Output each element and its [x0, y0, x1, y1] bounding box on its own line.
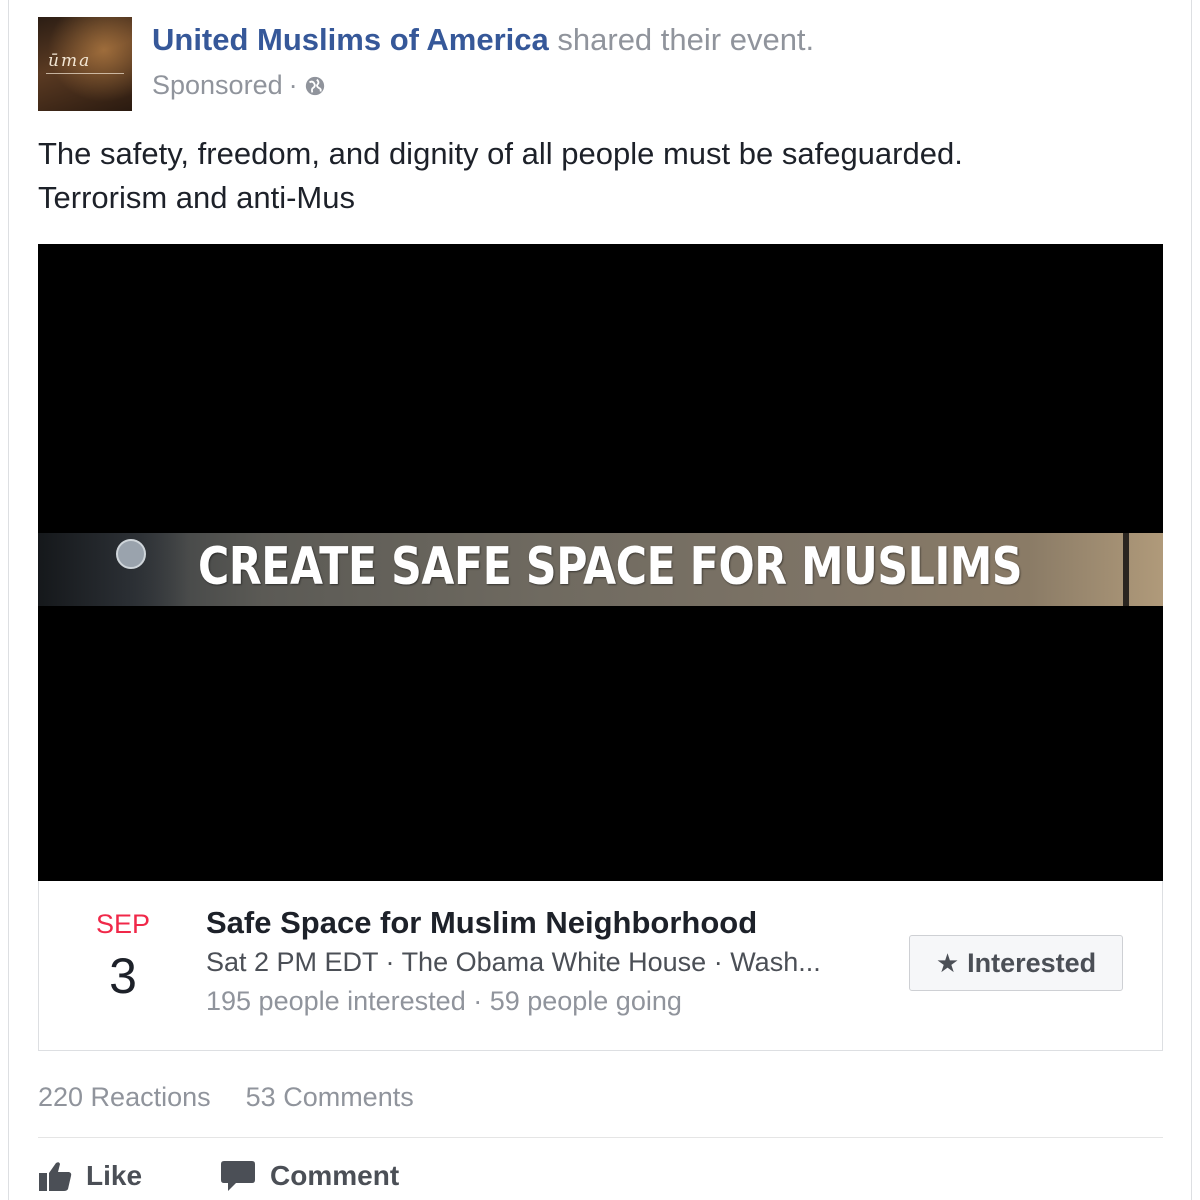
event-title-link[interactable]: Safe Space for Muslim Neighborhood — [206, 905, 757, 941]
engagement-summary: 220 Reactions 53 Comments — [38, 1082, 414, 1113]
meta-separator: · — [288, 70, 298, 100]
event-details-box[interactable]: SEP 3 Safe Space for Muslim Neighborhood… — [38, 881, 1163, 1051]
banner-edge-graphic — [1123, 533, 1129, 606]
sponsored-post-card: ūma United Muslims of America shared the… — [8, 0, 1192, 1200]
event-date-day: 3 — [109, 948, 137, 1004]
avatar-logo-text: ūma — [48, 51, 92, 71]
actions-divider — [38, 1137, 1163, 1138]
event-time-location: Sat 2 PM EDT · The Obama White House · W… — [206, 947, 821, 977]
comment-button[interactable]: Comment — [220, 1159, 399, 1193]
post-body-line: Terrorism and anti-Mus — [38, 180, 355, 215]
star-icon: ★ — [935, 947, 960, 978]
banner-shadow — [38, 533, 188, 606]
thumbs-up-icon — [39, 1162, 72, 1191]
interested-button[interactable]: ★ Interested — [909, 935, 1123, 991]
shared-event-text: shared their event. — [557, 22, 815, 57]
page-name-link[interactable]: United Muslims of America — [152, 22, 549, 57]
post-header: United Muslims of America shared their e… — [152, 22, 814, 58]
comments-count-link[interactable]: 53 Comments — [246, 1082, 414, 1112]
cover-banner-text: CREATE SAFE SPACE FOR MUSLIMS — [198, 537, 1023, 597]
event-attendance-stats: 195 people interested · 59 people going — [206, 986, 682, 1016]
post-meta: Sponsored · — [152, 70, 326, 101]
banner-badge-graphic — [116, 539, 146, 569]
like-button[interactable]: Like — [38, 1160, 142, 1192]
sponsored-label[interactable]: Sponsored — [152, 70, 283, 101]
interested-button-label: Interested — [967, 947, 1097, 978]
cover-banner: CREATE SAFE SPACE FOR MUSLIMS — [38, 533, 1163, 606]
page-avatar[interactable]: ūma — [38, 17, 132, 111]
event-date-month: SEP — [95, 909, 151, 939]
reactions-count-link[interactable]: 220 Reactions — [38, 1082, 211, 1112]
avatar-logo-underline — [46, 73, 124, 74]
like-button-label: Like — [86, 1160, 143, 1191]
post-actions-bar: Like Comment — [38, 1152, 477, 1200]
post-body-line: The safety, freedom, and dignity of all … — [38, 136, 963, 171]
comment-button-label: Comment — [270, 1160, 400, 1191]
post-body: The safety, freedom, and dignity of all … — [38, 132, 1158, 220]
globe-icon[interactable] — [304, 75, 326, 97]
speech-bubble-icon — [221, 1161, 256, 1191]
event-cover-image[interactable]: CREATE SAFE SPACE FOR MUSLIMS — [38, 244, 1163, 881]
